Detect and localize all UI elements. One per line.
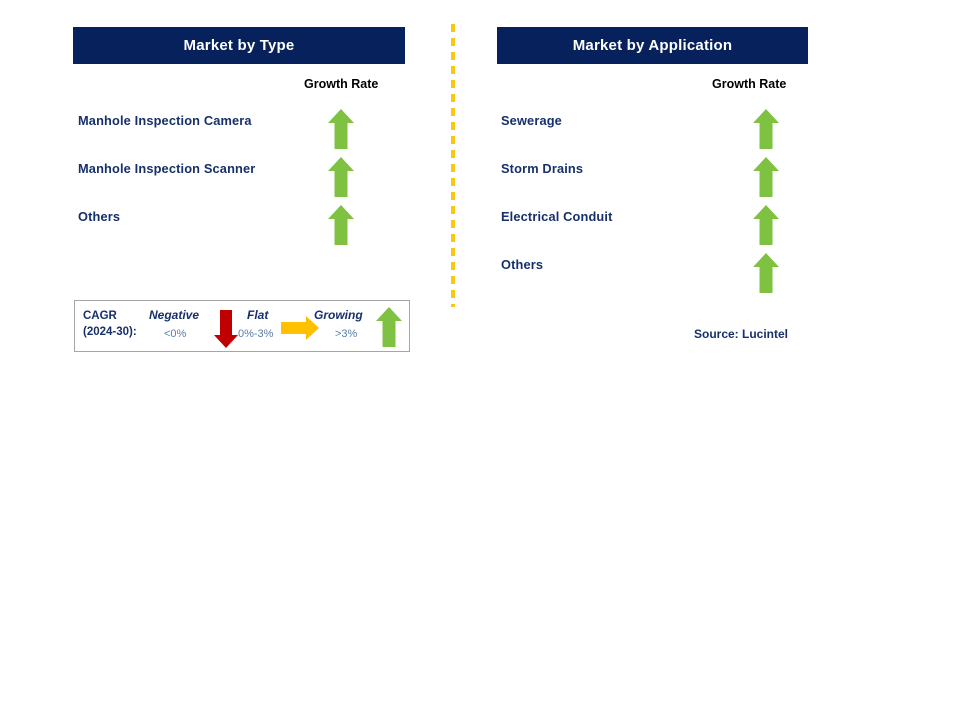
source-note: Source: Lucintel [694, 327, 789, 341]
segment-label: Sewerage [501, 113, 562, 128]
cagr-legend: CAGR (2024-30): Negative <0% Flat 0%-3% … [74, 300, 410, 352]
vertical-dashed-divider [451, 24, 455, 307]
segment-label: Storm Drains [501, 161, 584, 176]
arrow-down-icon [213, 309, 239, 349]
arrow-up-icon [375, 306, 403, 348]
legend-title-negative: Negative [149, 308, 200, 322]
segment-label: Others [78, 209, 121, 224]
segment-label: Manhole Inspection Camera [78, 113, 252, 128]
slide-canvas: Market by Type Growth Rate Manhole Inspe… [0, 0, 969, 713]
segment-label: Electrical Conduit [501, 209, 613, 224]
list-item[interactable]: Electrical Conduit [501, 204, 811, 252]
arrow-up-icon [752, 156, 780, 198]
panel-title-market-by-application: Market by Application [497, 27, 808, 64]
arrow-up-icon [752, 204, 780, 246]
panel-market-by-type: Market by Type [73, 27, 405, 64]
arrow-up-icon [752, 108, 780, 150]
legend-cagr-line1: CAGR [83, 310, 117, 322]
column-header-growth-rate-right: Growth Rate [712, 77, 787, 91]
legend-value-flat: 0%-3% [238, 328, 274, 340]
segment-list-market-by-type: Manhole Inspection Camera Manhole Inspec… [78, 108, 408, 252]
legend-title-growing: Growing [314, 308, 363, 322]
column-header-growth-rate-left: Growth Rate [304, 77, 379, 91]
arrow-up-icon [327, 204, 355, 246]
arrow-up-icon [752, 252, 780, 294]
list-item[interactable]: Sewerage [501, 108, 811, 156]
list-item[interactable]: Others [501, 252, 811, 300]
list-item[interactable]: Manhole Inspection Camera [78, 108, 408, 156]
list-item[interactable]: Manhole Inspection Scanner [78, 156, 408, 204]
legend-cagr-label: CAGR (2024-30): [83, 308, 137, 340]
list-item[interactable]: Others [78, 204, 408, 252]
legend-title-flat: Flat [247, 308, 269, 322]
segment-label: Others [501, 257, 544, 272]
segment-list-market-by-application: Sewerage Storm Drains Electrical Conduit [501, 108, 811, 300]
panel-market-by-application: Market by Application [497, 27, 808, 64]
legend-value-growing: >3% [335, 328, 358, 340]
list-item[interactable]: Storm Drains [501, 156, 811, 204]
segment-label: Manhole Inspection Scanner [78, 161, 256, 176]
legend-value-negative: <0% [164, 328, 187, 340]
legend-cagr-line2: (2024-30): [83, 326, 137, 338]
panel-title-market-by-type: Market by Type [73, 27, 405, 64]
arrow-up-icon [327, 108, 355, 150]
arrow-up-icon [327, 156, 355, 198]
